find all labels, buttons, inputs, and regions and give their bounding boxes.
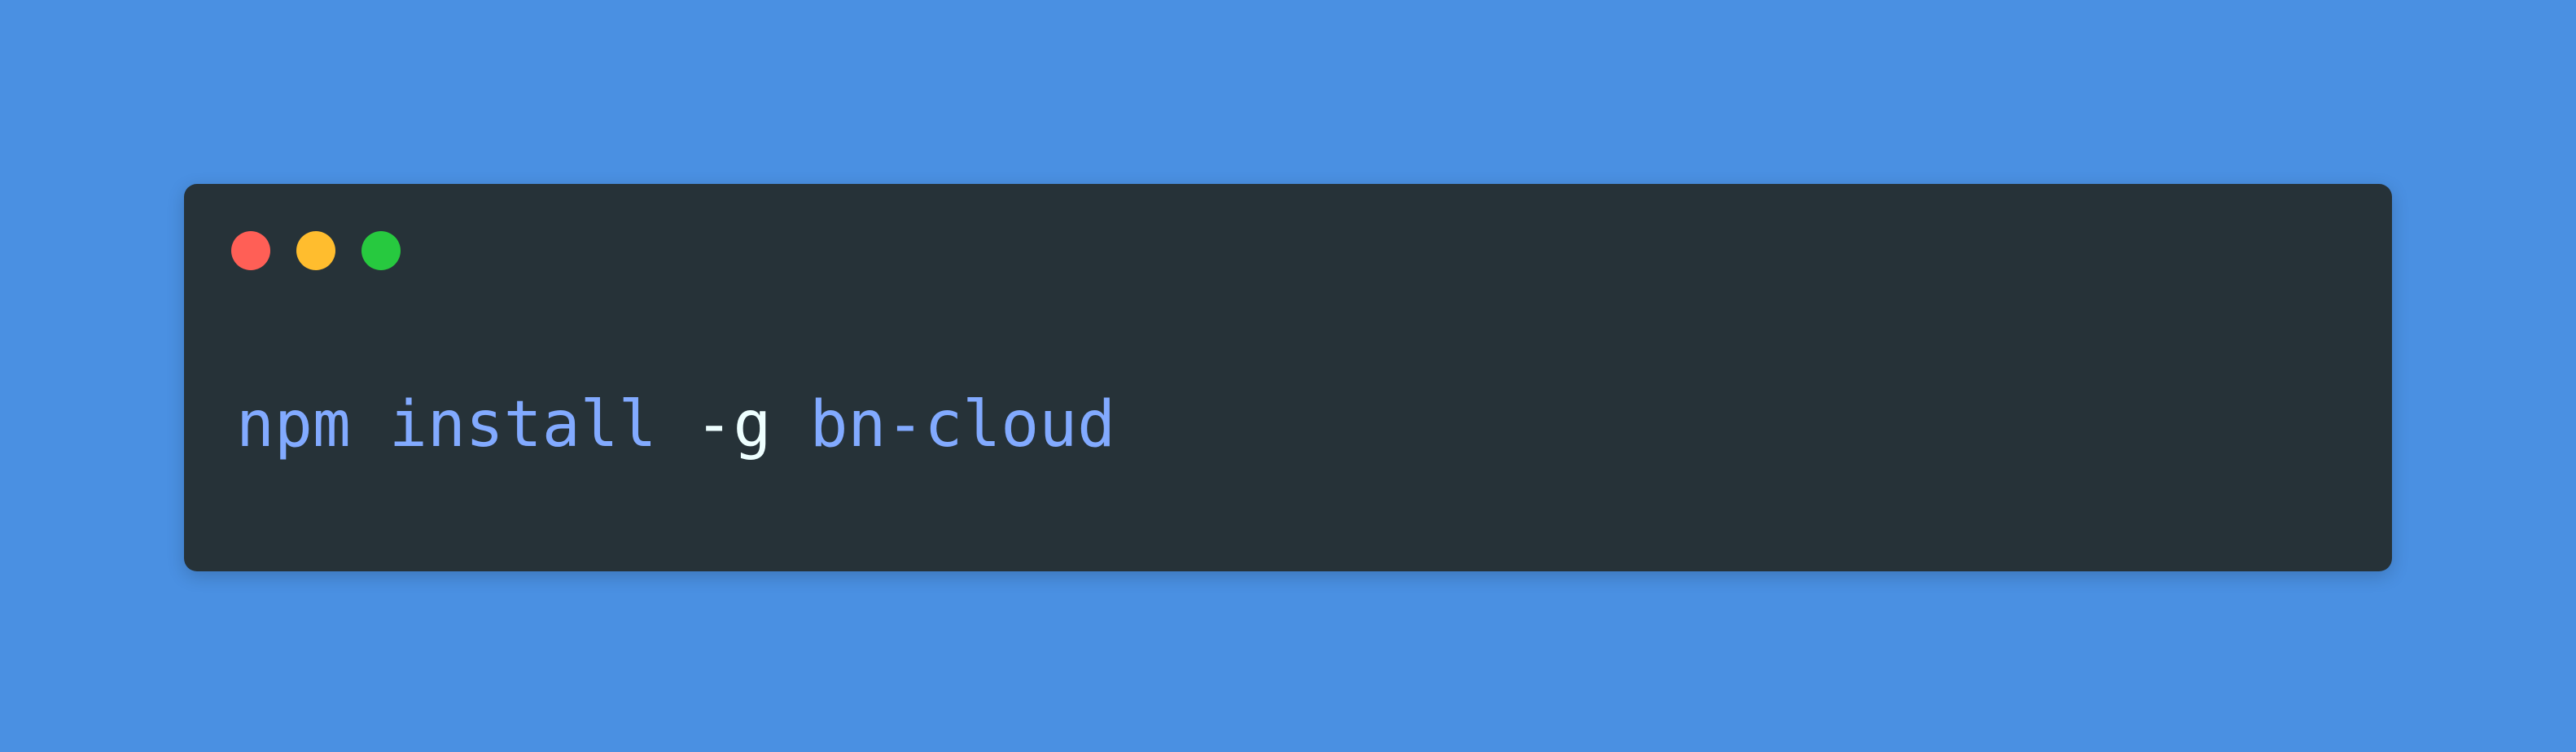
minimize-dot-icon[interactable] xyxy=(296,231,335,270)
code-subcommand: install xyxy=(388,388,657,461)
code-package: bn-cloud xyxy=(809,388,1116,461)
close-dot-icon[interactable] xyxy=(231,231,270,270)
maximize-dot-icon[interactable] xyxy=(361,231,401,270)
window-controls xyxy=(231,231,401,270)
code-window: npm install -g bn-cloud xyxy=(184,184,2392,571)
code-flag: -g xyxy=(694,388,772,461)
code-line: npm install -g bn-cloud xyxy=(236,386,1115,464)
code-command: npm xyxy=(236,388,351,461)
